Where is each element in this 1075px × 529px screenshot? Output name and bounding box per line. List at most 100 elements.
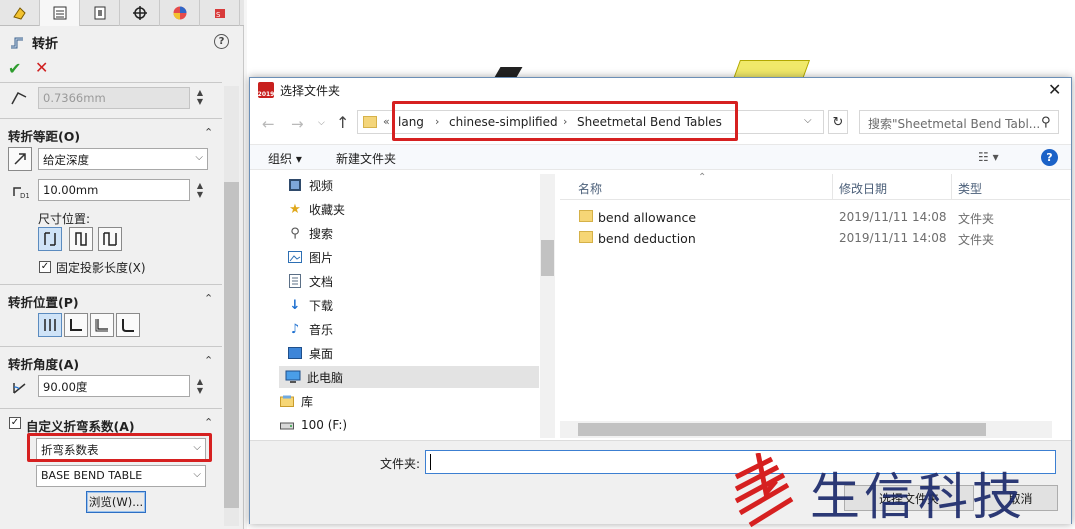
folder-icon: [363, 116, 377, 128]
screen: S 转折 ? ✔ ✕ 0.7366mm ▲ ▼ 转折等距(O) ⌃ 给定深度 ⌵ …: [0, 0, 1075, 529]
tab-display-manager[interactable]: [160, 0, 200, 26]
tab-dimxpert-manager[interactable]: [120, 0, 160, 26]
file-list-header: 名称 ⌃ 修改日期 类型: [560, 172, 1070, 200]
folder-input[interactable]: [425, 450, 1056, 474]
thickness-field[interactable]: 0.7366mm: [38, 87, 190, 109]
search-icon: ⚲: [290, 225, 300, 241]
column-date[interactable]: 修改日期: [839, 180, 887, 197]
thickness-spinner[interactable]: ▲ ▼: [194, 88, 206, 106]
material-outside-icon[interactable]: [90, 313, 114, 337]
help-icon[interactable]: ?: [1041, 149, 1058, 166]
tab-feature-manager[interactable]: [0, 0, 40, 26]
jog-angle-field[interactable]: 90.00度: [38, 375, 190, 397]
nav-item-videos[interactable]: 视频: [287, 174, 547, 196]
nav-item-desktop[interactable]: 桌面: [287, 342, 547, 364]
collapse-icon[interactable]: ⌃: [204, 354, 213, 367]
dialog-cancel-button[interactable]: 取消: [983, 485, 1058, 511]
highlight-box: [27, 433, 212, 462]
fixed-projected-length-checkbox[interactable]: ✓: [39, 261, 51, 273]
table-row[interactable]: bend allowance 2019/11/11 14:08 文件夹: [560, 207, 1070, 228]
material-inside-icon[interactable]: [64, 313, 88, 337]
svg-text:D1: D1: [20, 192, 29, 200]
ok-button[interactable]: ✔: [8, 59, 21, 78]
search-input[interactable]: 搜索"Sheetmetal Bend Tabl...: [859, 110, 1059, 134]
custom-bend-allowance-checkbox[interactable]: ✓: [9, 417, 21, 429]
view-options-menu[interactable]: ☷ ▾: [978, 150, 999, 164]
file-list: 名称 ⌃ 修改日期 类型 bend allowance 2019/11/11 1…: [560, 172, 1072, 438]
section-jog-angle-title: 转折角度(A): [8, 357, 80, 372]
close-icon[interactable]: ✕: [1048, 80, 1061, 99]
divider: [0, 118, 222, 119]
outside-offset-icon[interactable]: [38, 227, 62, 251]
jog-angle-spinner[interactable]: ▲ ▼: [194, 377, 206, 395]
nav-item-label: 收藏夹: [309, 202, 346, 217]
tab-configuration-manager[interactable]: [80, 0, 120, 26]
manager-tabs: S: [0, 0, 244, 26]
nav-item-drive-f[interactable]: 100 (F:): [279, 414, 539, 436]
sort-arrow-icon: ⌃: [698, 172, 707, 183]
forward-arrow-icon[interactable]: →: [291, 115, 304, 133]
overall-dimension-icon[interactable]: [98, 227, 122, 251]
inside-offset-icon[interactable]: [69, 227, 93, 251]
breadcrumb-overflow[interactable]: «: [383, 115, 390, 128]
nav-item-favorites[interactable]: ★ 收藏夹: [287, 198, 547, 220]
cancel-button[interactable]: ✕: [35, 58, 48, 77]
browse-button[interactable]: 浏览(W)...: [86, 491, 146, 513]
text-caret: [430, 454, 431, 470]
collapse-icon[interactable]: ⌃: [204, 416, 213, 429]
bend-table-select[interactable]: BASE BEND TABLE ⌵: [36, 465, 206, 487]
nav-item-downloads[interactable]: ↓ 下载: [287, 294, 547, 316]
column-type[interactable]: 类型: [958, 180, 982, 197]
distance-dimension-icon: D1: [10, 181, 30, 201]
back-arrow-icon[interactable]: ←: [262, 115, 275, 133]
offset-distance-spinner[interactable]: ▲ ▼: [194, 181, 206, 199]
nav-item-documents[interactable]: 文档: [287, 270, 547, 292]
chevron-down-icon[interactable]: ⌵: [804, 115, 812, 126]
reverse-direction-icon[interactable]: [8, 147, 32, 171]
nav-item-music[interactable]: ♪ 音乐: [287, 318, 547, 340]
solidworks-app-icon: 2019: [258, 82, 274, 98]
new-folder-button[interactable]: 新建文件夹: [336, 150, 396, 167]
bend-outside-icon[interactable]: [116, 313, 140, 337]
column-name[interactable]: 名称: [578, 180, 602, 197]
navigation-pane: 视频 ★ 收藏夹 ⚲ 搜索 图片 文档 ↓ 下载 ♪ 音乐 桌面 此电脑 库 1…: [251, 174, 555, 438]
search-icon[interactable]: ⚲: [1041, 115, 1051, 130]
file-name: bend deduction: [598, 231, 696, 246]
tab-simulation[interactable]: S: [200, 0, 240, 26]
nav-scrollbar-thumb[interactable]: [541, 240, 554, 276]
chevron-down-icon: ⌵: [195, 152, 203, 163]
end-condition-select[interactable]: 给定深度 ⌵: [38, 148, 208, 170]
nav-item-libraries[interactable]: 库: [279, 390, 539, 412]
tab-property-manager[interactable]: [40, 0, 80, 26]
nav-item-search[interactable]: ⚲ 搜索: [287, 222, 547, 244]
column-divider[interactable]: [832, 174, 833, 200]
dialog-titlebar[interactable]: 2019 选择文件夹 ✕: [250, 78, 1071, 102]
divider: [0, 408, 222, 409]
section-jog-position-title: 转折位置(P): [8, 295, 79, 310]
column-divider[interactable]: [951, 174, 952, 200]
offset-distance-field[interactable]: 10.00mm: [38, 179, 190, 201]
property-list-icon: [53, 6, 66, 20]
pm-scrollbar-thumb[interactable]: [224, 182, 239, 508]
organize-menu[interactable]: 组织 ▾: [268, 150, 302, 167]
bend-centerline-icon[interactable]: [38, 313, 62, 337]
recent-locations-icon[interactable]: ⌵: [318, 118, 325, 128]
nav-item-this-pc[interactable]: 此电脑: [279, 366, 539, 388]
nav-item-pictures[interactable]: 图片: [287, 246, 547, 268]
collapse-icon[interactable]: ⌃: [204, 292, 213, 305]
horizontal-scrollbar-thumb[interactable]: [578, 423, 986, 436]
nav-item-label: 此电脑: [307, 370, 344, 385]
nav-scrollbar[interactable]: [540, 174, 555, 438]
table-row[interactable]: bend deduction 2019/11/11 14:08 文件夹: [560, 228, 1070, 249]
simulation-icon: S: [214, 9, 225, 19]
feature-header: 转折: [8, 32, 58, 52]
up-arrow-icon[interactable]: ↑: [336, 113, 349, 132]
select-folder-button[interactable]: 选择文件夹: [844, 485, 974, 511]
configuration-icon: [94, 6, 105, 20]
svg-text:S: S: [216, 11, 221, 19]
help-icon[interactable]: ?: [214, 34, 229, 49]
file-date: 2019/11/11 14:08: [839, 210, 947, 224]
collapse-icon[interactable]: ⌃: [204, 126, 213, 139]
refresh-icon[interactable]: ↻: [828, 110, 848, 134]
feature-title: 转折: [32, 36, 59, 52]
